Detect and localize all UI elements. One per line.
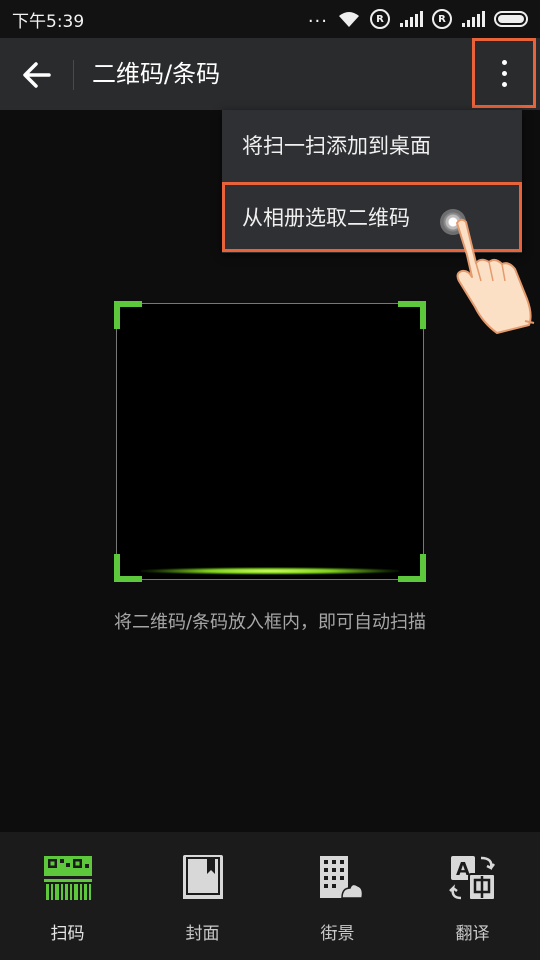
translate-icon: A [449, 856, 496, 901]
roaming-icon-2: R [432, 9, 452, 29]
book-cover-icon [183, 855, 223, 899]
page-title: 二维码/条码 [92, 60, 221, 88]
signal-icon-1 [400, 11, 423, 27]
nav-label: 封面 [185, 924, 220, 944]
signal-icon-2 [462, 11, 485, 27]
street-view-icon [320, 856, 364, 899]
menu-item-label: 从相册选取二维码 [242, 206, 410, 230]
pointing-hand-icon [456, 218, 535, 334]
status-icons: ... R R [307, 5, 528, 29]
scan-frame [114, 301, 426, 582]
menu-item-add-to-desktop[interactable]: 将扫一扫添加到桌面 [222, 110, 522, 180]
battery-icon [494, 11, 528, 27]
scan-corner-top-left [114, 301, 142, 329]
more-vertical-icon-dot [501, 59, 507, 65]
notification-dots: ... [307, 5, 328, 27]
more-vertical-icon-dot [501, 70, 507, 76]
arrow-left-icon [23, 62, 51, 88]
wifi-icon [339, 12, 359, 27]
nav-label: 翻译 [455, 924, 490, 944]
nav-label: 扫码 [50, 924, 85, 944]
app-bar-divider [73, 60, 74, 90]
app-bar: 二维码/条码 [0, 38, 540, 110]
nav-item-scan-code[interactable]: 扫码 [0, 832, 135, 960]
status-time: 下午5:39 [12, 11, 85, 32]
nav-item-cover[interactable]: 封面 [135, 832, 270, 960]
svg-text:A: A [456, 859, 470, 880]
more-options-button[interactable] [472, 38, 536, 108]
nav-label: 街景 [320, 924, 355, 944]
back-button[interactable] [16, 54, 58, 96]
roaming-icon-1: R [370, 9, 390, 29]
scan-corner-bottom-right [398, 554, 426, 582]
barcode-scan-icon [44, 856, 92, 900]
nav-item-translate[interactable]: A 翻译 [405, 832, 540, 960]
scan-hint-text: 将二维码/条码放入框内，即可自动扫描 [113, 612, 427, 633]
nav-item-street-view[interactable]: 街景 [270, 832, 405, 960]
status-bar: 下午5:39 ... R R [0, 0, 540, 38]
scan-line [141, 567, 399, 575]
scan-corner-top-right [398, 301, 426, 329]
scan-corner-bottom-left [114, 554, 142, 582]
bottom-nav: 扫码 封面 街景 A 翻译 [0, 832, 540, 960]
more-vertical-icon-dot [501, 81, 507, 87]
menu-item-label: 将扫一扫添加到桌面 [242, 134, 431, 158]
